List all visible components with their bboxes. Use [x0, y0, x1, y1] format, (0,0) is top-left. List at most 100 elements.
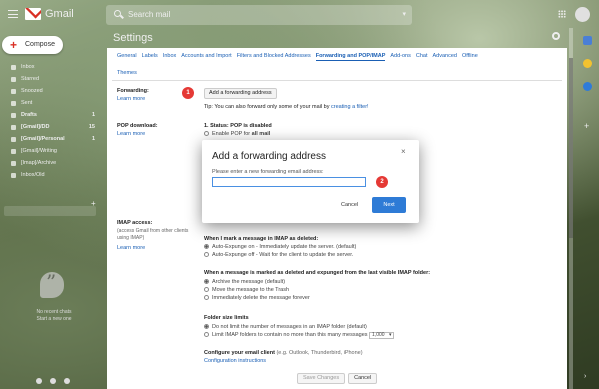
- radio-icon[interactable]: [204, 324, 209, 330]
- tab-offline[interactable]: Offline: [462, 53, 478, 61]
- sidebar-item-label: Starred: [21, 76, 40, 82]
- sidebar-item-label: [Imap]/Archive: [21, 160, 57, 166]
- tab-themes[interactable]: Themes: [117, 70, 137, 76]
- save-changes-button[interactable]: Save Changes: [297, 373, 346, 384]
- form-actions: Save Changes Cancel: [297, 373, 378, 384]
- radio-icon[interactable]: [204, 244, 209, 250]
- tab-filters[interactable]: Filters and Blocked Addresses: [237, 53, 311, 61]
- pop-label: POP download:: [117, 123, 158, 129]
- imap-learn-more-link[interactable]: Learn more: [117, 245, 145, 251]
- limit-option[interactable]: Limit IMAP folders to contain no more th…: [204, 332, 394, 339]
- forwarding-email-input[interactable]: [212, 177, 366, 187]
- sidebar: Inbox Starred Snoozed Sent Drafts 1 [Gmai…: [0, 61, 105, 181]
- sidebar-item-inbox[interactable]: Inbox: [0, 61, 105, 73]
- close-icon[interactable]: ×: [401, 147, 406, 156]
- hangouts-chat-icon[interactable]: [49, 377, 56, 384]
- tab-labels[interactable]: Labels: [142, 53, 158, 61]
- sidebar-item-starred[interactable]: Starred: [0, 73, 105, 85]
- tab-advanced[interactable]: Advanced: [433, 53, 457, 61]
- scroll-thumb[interactable]: [569, 58, 573, 238]
- tab-chat[interactable]: Chat: [416, 53, 428, 61]
- sidebar-item-gmail-dd[interactable]: [Gmail]/DD 15: [0, 121, 105, 133]
- pop-enable-all-option[interactable]: Enable POP for all mail: [204, 131, 270, 137]
- sidebar-item-inbox-old[interactable]: Inbox/Old: [0, 169, 105, 181]
- radio-icon[interactable]: [204, 332, 209, 338]
- delete-forever-text: Immediately delete the message forever: [212, 295, 310, 301]
- configuration-instructions-link[interactable]: Configuration instructions: [204, 358, 266, 364]
- forwarding-learn-more-link[interactable]: Learn more: [117, 96, 145, 102]
- forwarding-tip-text: Tip: You can also forward only some of y…: [204, 104, 330, 110]
- pop-status: 1. Status: POP is disabled: [204, 123, 272, 129]
- search-input[interactable]: Search mail: [128, 10, 170, 19]
- trash-text: Move the message to the Trash: [212, 287, 290, 293]
- limit-text: Limit IMAP folders to contain no more th…: [212, 332, 368, 338]
- settings-tabs: General Labels Inbox Accounts and Import…: [117, 53, 478, 61]
- chevron-right-icon[interactable]: ›: [584, 373, 586, 380]
- search-bar[interactable]: Search mail ▾: [106, 5, 412, 25]
- sidebar-item-sent[interactable]: Sent: [0, 97, 105, 109]
- plus-icon[interactable]: +: [91, 199, 96, 208]
- label-icon: [11, 136, 16, 142]
- trash-option[interactable]: Move the message to the Trash: [204, 287, 289, 293]
- draft-icon: [11, 112, 16, 118]
- no-limit-text: Do not limit the number of messages in a…: [212, 324, 367, 330]
- dialog-next-button[interactable]: Next: [372, 197, 406, 213]
- sidebar-item-drafts[interactable]: Drafts 1: [0, 109, 105, 121]
- radio-icon[interactable]: [204, 279, 209, 285]
- hangouts-user-bar[interactable]: [4, 206, 96, 216]
- label-icon: [11, 124, 16, 130]
- radio-icon[interactable]: [204, 287, 209, 293]
- create-filter-link[interactable]: creating a filter!: [331, 104, 369, 110]
- sidebar-item-gmail-personal[interactable]: [Gmail]/Personal 1: [0, 133, 105, 145]
- folder-size-title: Folder size limits: [204, 315, 249, 321]
- no-limit-option[interactable]: Do not limit the number of messages in a…: [204, 324, 367, 330]
- plus-icon: +: [10, 38, 18, 52]
- tasks-icon[interactable]: [583, 82, 592, 91]
- delete-forever-option[interactable]: Immediately delete the message forever: [204, 295, 310, 301]
- person-icon[interactable]: [35, 377, 42, 384]
- auto-expunge-on-option[interactable]: Auto-Expunge on - Immediately update the…: [204, 244, 356, 250]
- add-forwarding-address-button[interactable]: Add a forwarding address: [204, 88, 277, 99]
- archive-option[interactable]: Archive the message (default): [204, 279, 285, 285]
- expunged-title: When a message is marked as deleted and …: [204, 270, 431, 276]
- dialog-cancel-button[interactable]: Cancel: [341, 202, 358, 208]
- sidebar-item-count: 15: [88, 124, 95, 130]
- tab-addons[interactable]: Add-ons: [390, 53, 411, 61]
- gear-icon[interactable]: [552, 32, 560, 40]
- calendar-icon[interactable]: [583, 36, 592, 45]
- sidebar-item-snoozed[interactable]: Snoozed: [0, 85, 105, 97]
- tab-forwarding[interactable]: Forwarding and POP/IMAP: [315, 53, 386, 61]
- app-name[interactable]: Gmail: [45, 8, 74, 20]
- radio-icon[interactable]: [204, 295, 209, 301]
- radio-icon[interactable]: [204, 131, 209, 137]
- radio-icon[interactable]: [204, 252, 209, 258]
- sidebar-item-gmail-writing[interactable]: [Gmail]/Writing: [0, 145, 105, 157]
- sidebar-item-imap-archive[interactable]: [Imap]/Archive: [0, 157, 105, 169]
- tab-general[interactable]: General: [117, 53, 137, 61]
- sidebar-item-label: Inbox: [21, 64, 35, 70]
- hangouts-icon: [40, 270, 64, 298]
- compose-button[interactable]: + Compose: [2, 36, 63, 54]
- menu-icon[interactable]: [8, 10, 18, 18]
- compose-label: Compose: [25, 41, 55, 48]
- auto-expunge-off-option[interactable]: Auto-Expunge off - Wait for the client t…: [204, 252, 353, 258]
- pop-learn-more-link[interactable]: Learn more: [117, 131, 145, 137]
- pop-enable-all-text: Enable POP for: [212, 131, 251, 137]
- cancel-button[interactable]: Cancel: [348, 373, 378, 384]
- star-icon: [11, 76, 16, 82]
- tab-accounts[interactable]: Accounts and Import: [181, 53, 231, 61]
- keep-icon[interactable]: [583, 59, 592, 68]
- tab-inbox[interactable]: Inbox: [163, 53, 176, 61]
- avatar[interactable]: [575, 7, 590, 22]
- gmail-logo-icon[interactable]: [25, 8, 41, 20]
- apps-grid-icon[interactable]: [558, 10, 566, 18]
- clock-icon: [11, 88, 16, 94]
- start-new-link[interactable]: Start a new one: [15, 316, 93, 323]
- chevron-down-icon[interactable]: ▾: [402, 10, 406, 18]
- scrollbar[interactable]: [569, 28, 573, 389]
- add-addon-icon[interactable]: +: [584, 121, 589, 131]
- auto-expunge-on-text: Auto-Expunge on - Immediately update the…: [212, 244, 357, 250]
- phone-icon[interactable]: [63, 377, 70, 384]
- limit-select[interactable]: 1,000: [369, 332, 394, 339]
- search-icon[interactable]: [114, 10, 121, 17]
